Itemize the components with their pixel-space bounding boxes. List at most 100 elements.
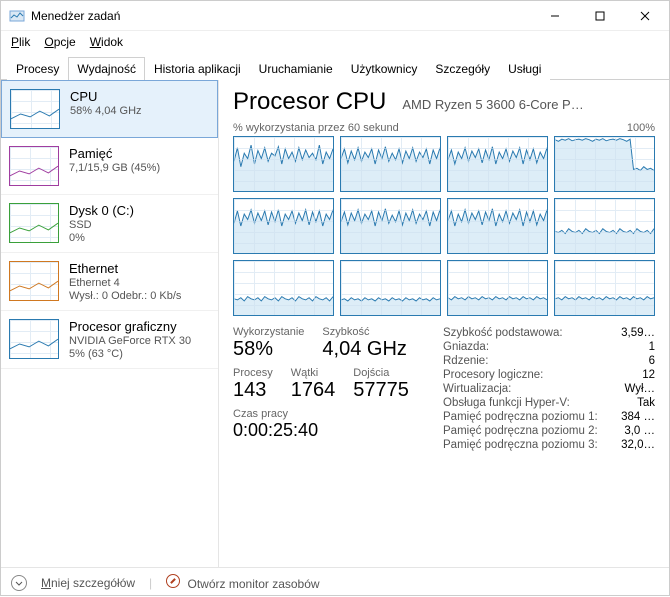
sidebar-item-sub2: 5% (63 °C) (69, 348, 191, 360)
stat-value: 12 (642, 369, 655, 381)
footer: Mniej szczegółów | Otwórz monitor zasobó… (1, 567, 669, 597)
minimize-button[interactable] (532, 1, 577, 31)
stat-key: Pamięć podręczna poziomu 1: (443, 411, 598, 423)
sidebar-item-sub2: Wysł.: 0 Odebr.: 0 Kb/s (69, 290, 181, 302)
cpu-core-chart-7[interactable] (554, 198, 655, 254)
sidebar-thumb (10, 89, 60, 129)
tabs: ProcesyWydajnośćHistoria aplikacjiUrucha… (1, 53, 669, 80)
stat-key: Pamięć podręczna poziomu 2: (443, 425, 598, 437)
stat-value: 6 (649, 355, 655, 367)
stat-value: 32,0… (621, 439, 655, 451)
app-icon (9, 8, 25, 24)
cpu-core-chart-3[interactable] (554, 136, 655, 192)
sidebar-item-ethernet[interactable]: EthernetEthernet 4Wysł.: 0 Odebr.: 0 Kb/… (1, 253, 218, 311)
stat-key: Obsługa funkcji Hyper-V: (443, 397, 570, 409)
util-label: Wykorzystanie (233, 326, 304, 338)
tab-wydajność[interactable]: Wydajność (68, 57, 145, 80)
window-title: Menedżer zadań (31, 9, 120, 23)
tab-usługi[interactable]: Usługi (499, 57, 550, 80)
sidebar-thumb (9, 203, 59, 243)
stat-key: Pamięć podręczna poziomu 3: (443, 439, 598, 451)
sidebar-item-sub: NVIDIA GeForce RTX 30 (69, 335, 191, 347)
sidebar-item-sub: 58% 4,04 GHz (70, 105, 142, 117)
tab-historia-aplikacji[interactable]: Historia aplikacji (145, 57, 250, 80)
sidebar-item-name: Dysk 0 (C:) (69, 203, 134, 218)
stat-value: Wył… (624, 383, 655, 395)
stat-key: Wirtualizacja: (443, 383, 511, 395)
page-title: Procesor CPU (233, 88, 386, 116)
handles-value: 57775 (353, 379, 409, 402)
tab-użytkownicy[interactable]: Użytkownicy (342, 57, 427, 80)
stat-row: Szybkość podstawowa: 3,59… (443, 326, 655, 340)
menu-file[interactable]: Plik (5, 33, 36, 51)
sidebar-item-pami-[interactable]: Pamięć7,1/15,9 GB (45%) (1, 138, 218, 195)
stat-value: 3,0 … (624, 425, 655, 437)
resource-monitor-icon (166, 574, 180, 588)
menu-view[interactable]: Widok (84, 33, 129, 51)
stat-row: Gniazda: 1 (443, 340, 655, 354)
cpu-model: AMD Ryzen 5 3600 6-Core P… (402, 97, 655, 112)
resource-monitor-link[interactable]: Otwórz monitor zasobów (166, 574, 319, 591)
stat-value: 3,59… (621, 327, 655, 339)
sidebar-item-dysk-0-c-[interactable]: Dysk 0 (C:)SSD0% (1, 195, 218, 253)
cpu-core-chart-6[interactable] (447, 198, 548, 254)
cpu-core-chart-10[interactable] (447, 260, 548, 316)
stat-key: Rdzenie: (443, 355, 488, 367)
sidebar-item-sub: 7,1/15,9 GB (45%) (69, 162, 160, 174)
collapse-icon[interactable] (11, 575, 27, 591)
fewer-details-link[interactable]: Mniej szczegółów (41, 576, 135, 590)
stat-row: Pamięć podręczna poziomu 3: 32,0… (443, 438, 655, 452)
sidebar-item-sub: Ethernet 4 (69, 277, 181, 289)
stat-key: Szybkość podstawowa: (443, 327, 563, 339)
menu-options[interactable]: Opcje (38, 33, 81, 51)
tab-procesy[interactable]: Procesy (7, 57, 68, 80)
stat-value: 1 (649, 341, 655, 353)
stat-key: Gniazda: (443, 341, 489, 353)
cpu-charts-grid[interactable] (233, 136, 655, 316)
speed-value: 4,04 GHz (322, 338, 406, 361)
cpu-core-chart-9[interactable] (340, 260, 441, 316)
chart-caption-right: 100% (627, 122, 655, 134)
main-panel: Procesor CPU AMD Ryzen 5 3600 6-Core P… … (219, 80, 669, 567)
stat-row: Procesory logiczne: 12 (443, 368, 655, 382)
stat-row: Pamięć podręczna poziomu 1: 384 … (443, 410, 655, 424)
cpu-core-chart-8[interactable] (233, 260, 334, 316)
stat-value: Tak (637, 397, 655, 409)
sidebar-item-procesor-graficzny[interactable]: Procesor graficznyNVIDIA GeForce RTX 305… (1, 311, 218, 369)
stat-key: Procesory logiczne: (443, 369, 543, 381)
sidebar-thumb (9, 146, 59, 186)
cpu-core-chart-0[interactable] (233, 136, 334, 192)
tab-szczegóły[interactable]: Szczegóły (426, 57, 499, 80)
speed-label: Szybkość (322, 326, 406, 338)
threads-label: Wątki (291, 367, 336, 379)
sidebar-thumb (9, 319, 59, 359)
sidebar-item-sub2: 0% (69, 232, 134, 244)
cpu-core-chart-1[interactable] (340, 136, 441, 192)
sidebar-item-name: Procesor graficzny (69, 319, 191, 334)
stat-row: Pamięć podręczna poziomu 2: 3,0 … (443, 424, 655, 438)
sidebar-item-name: Pamięć (69, 146, 160, 161)
cpu-core-chart-2[interactable] (447, 136, 548, 192)
cpu-core-chart-5[interactable] (340, 198, 441, 254)
proc-label: Procesy (233, 367, 273, 379)
uptime-label: Czas pracy (233, 408, 423, 420)
sidebar-thumb (9, 261, 59, 301)
sidebar: CPU58% 4,04 GHzPamięć7,1/15,9 GB (45%)Dy… (1, 80, 219, 567)
tab-uruchamianie[interactable]: Uruchamianie (250, 57, 342, 80)
menubar: Plik Opcje Widok (1, 31, 669, 53)
uptime-value: 0:00:25:40 (233, 420, 423, 441)
cpu-core-chart-11[interactable] (554, 260, 655, 316)
cpu-core-chart-4[interactable] (233, 198, 334, 254)
stat-value: 384 … (621, 411, 655, 423)
threads-value: 1764 (291, 379, 336, 402)
close-button[interactable] (622, 1, 667, 31)
sidebar-item-name: CPU (70, 89, 142, 104)
proc-value: 143 (233, 379, 273, 402)
handles-label: Dojścia (353, 367, 409, 379)
maximize-button[interactable] (577, 1, 622, 31)
stat-row: Obsługa funkcji Hyper-V: Tak (443, 396, 655, 410)
chart-caption-left: % wykorzystania przez 60 sekund (233, 122, 399, 134)
stats-right: Szybkość podstawowa: 3,59… Gniazda: 1 Rdzeni… (443, 326, 655, 452)
sidebar-item-cpu[interactable]: CPU58% 4,04 GHz (1, 80, 218, 138)
sidebar-item-name: Ethernet (69, 261, 181, 276)
